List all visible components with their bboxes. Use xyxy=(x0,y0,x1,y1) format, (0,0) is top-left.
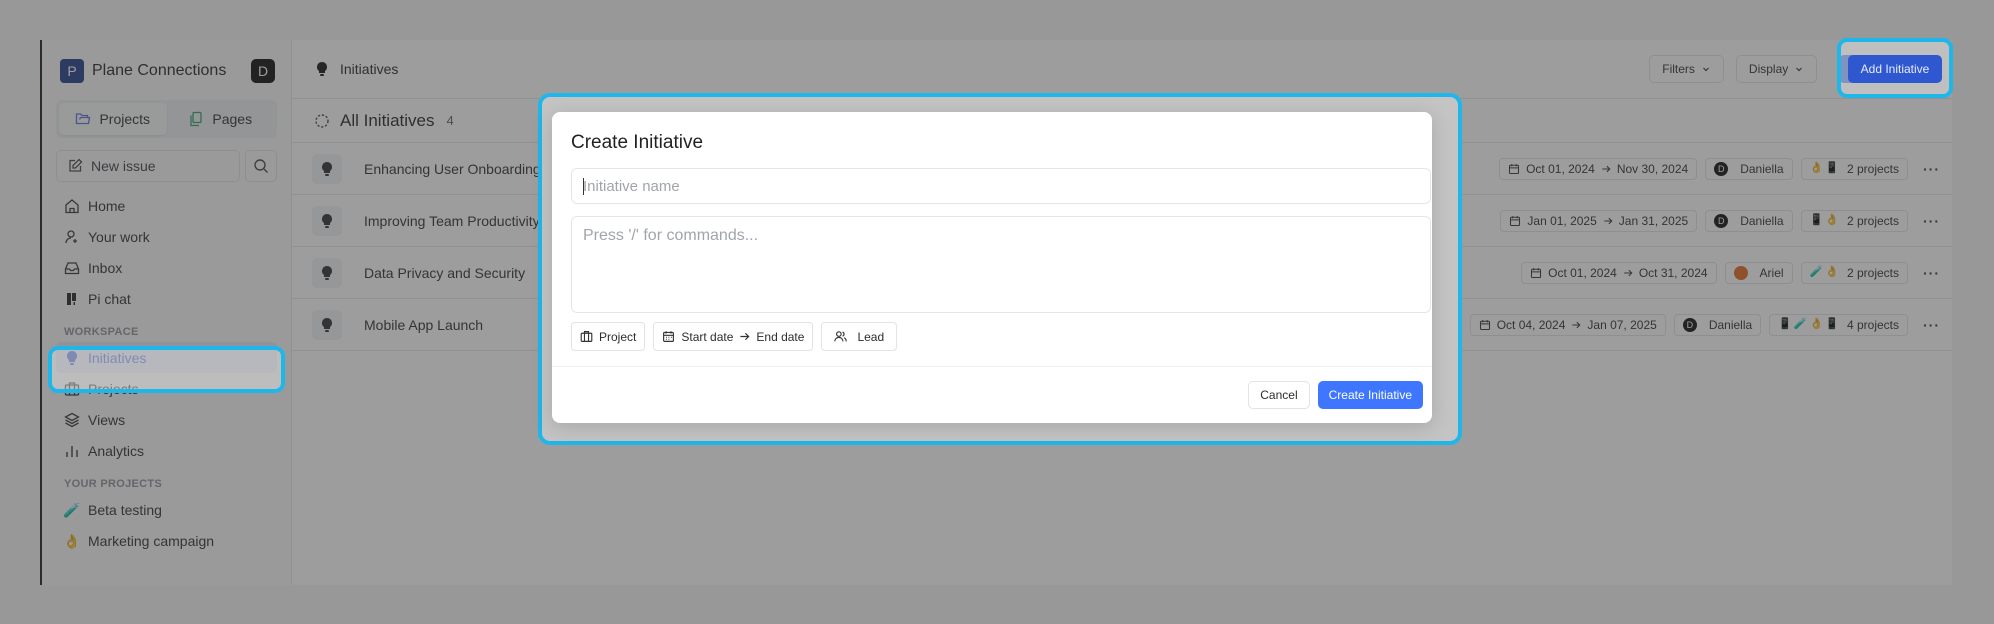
initiative-name-input[interactable] xyxy=(571,168,1431,204)
modal-title: Create Initiative xyxy=(571,132,704,153)
add-initiative-button-highlighted[interactable]: Add Initiative xyxy=(1848,55,1942,83)
modal-footer: Cancel Create Initiative xyxy=(1248,381,1423,409)
cancel-button[interactable]: Cancel xyxy=(1248,381,1310,409)
lead-select[interactable]: Lead xyxy=(821,322,898,351)
calendar-icon xyxy=(662,330,675,343)
text-caret xyxy=(583,178,584,195)
create-initiative-button[interactable]: Create Initiative xyxy=(1317,381,1423,409)
project-select[interactable]: Project xyxy=(571,322,646,351)
modal-divider xyxy=(552,366,1432,367)
arrow-right-icon xyxy=(739,331,750,342)
date-range-select[interactable]: Start date End date xyxy=(653,322,814,351)
briefcase-icon xyxy=(580,330,593,343)
highlight-initiatives-nav xyxy=(48,346,285,393)
property-buttons: Project Start date End date Lead xyxy=(571,322,898,351)
create-initiative-modal: Create Initiative Project Start date End… xyxy=(552,112,1432,423)
description-editor[interactable] xyxy=(571,216,1431,313)
lead-label: Lead xyxy=(857,329,885,344)
highlight-add-initiative: Add Initiative xyxy=(1837,38,1953,98)
start-date-label: Start date xyxy=(681,329,734,344)
project-label: Project xyxy=(599,329,637,344)
users-icon xyxy=(834,330,848,343)
end-date-label: End date xyxy=(756,329,805,344)
